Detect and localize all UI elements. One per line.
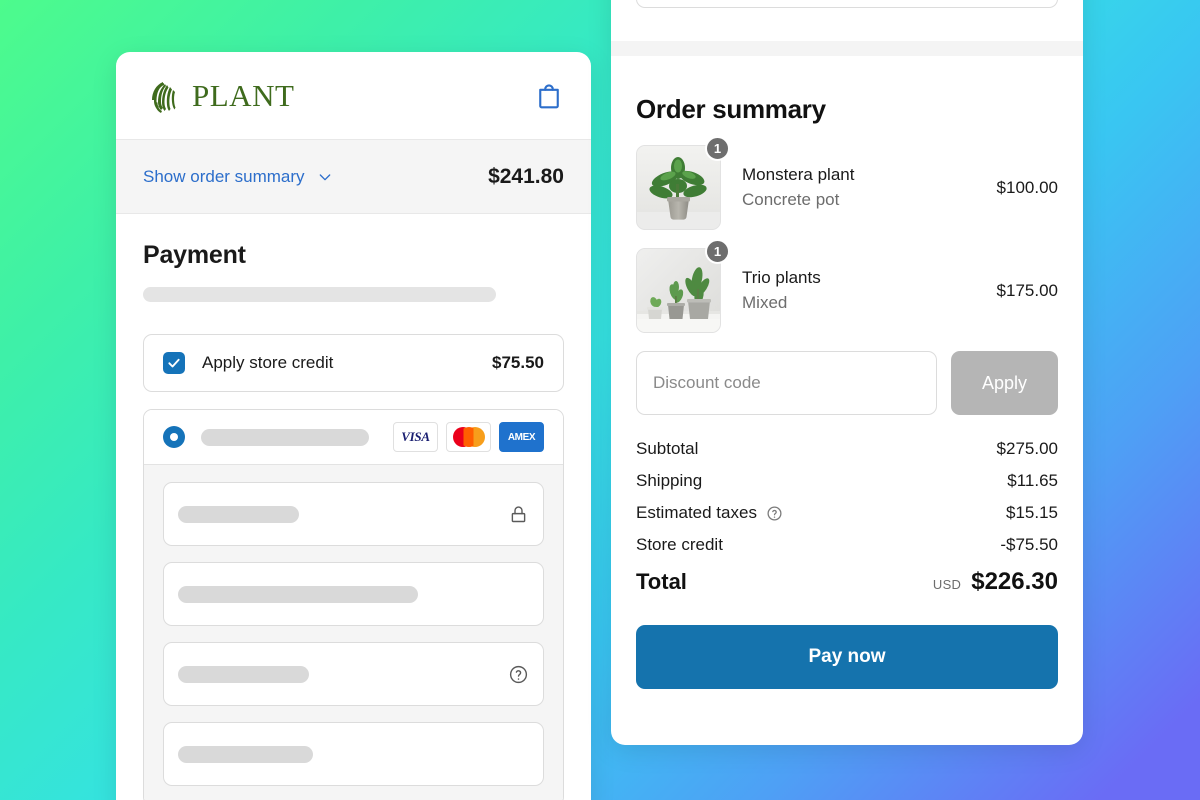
payment-section: Payment Apply store credit $75.50 VISA A… [116, 214, 591, 800]
payment-method-block: VISA AMEX [143, 409, 564, 800]
accepted-card-brands: VISA AMEX [393, 422, 544, 452]
card-name-placeholder [178, 585, 418, 603]
line-items-list: 1 Monstera plant Concrete pot $100.00 1 … [636, 136, 1058, 333]
total-line-estimated-taxes: Estimated taxes $15.15 [636, 503, 1058, 523]
brand-header: PLANT [116, 52, 591, 140]
grand-total-amount: $226.30 [971, 568, 1058, 595]
subtotal-label: Subtotal [636, 439, 699, 458]
shopping-bag-icon[interactable] [534, 81, 564, 111]
store-credit-total-value: -$75.50 [1000, 535, 1058, 554]
product-thumbnail-wrap: 1 [636, 136, 730, 230]
card-billing-placeholder [178, 745, 313, 763]
line-item-text: Trio plants Mixed [742, 266, 976, 315]
monstera-plant-illustration [637, 146, 720, 229]
line-item-price: $100.00 [996, 177, 1058, 197]
estimated-taxes-label: Estimated taxes [636, 503, 757, 522]
checkmark-icon [168, 358, 180, 368]
line-item-variant: Mixed [742, 292, 788, 312]
card-number-field[interactable] [163, 482, 544, 546]
shipping-value: $11.65 [1007, 471, 1058, 490]
order-summary-total: $241.80 [488, 164, 564, 188]
card-billing-field[interactable] [163, 722, 544, 786]
chevron-down-icon [319, 173, 330, 180]
payment-subtext-placeholder [143, 287, 496, 302]
line-item-name: Monstera plant [742, 164, 855, 184]
visa-logo: VISA [393, 422, 438, 452]
amex-logo: AMEX [499, 422, 544, 452]
card-security-code-placeholder [178, 665, 309, 683]
card-number-placeholder [178, 505, 299, 523]
quantity-badge: 1 [705, 136, 730, 161]
payment-heading: Payment [143, 241, 246, 269]
order-summary-heading: Order summary [636, 94, 826, 124]
credit-card-radio[interactable] [163, 426, 185, 448]
show-order-summary-label: Show order summary [143, 166, 305, 186]
apply-discount-button[interactable]: Apply [951, 351, 1058, 415]
credit-card-option-row[interactable]: VISA AMEX [144, 410, 563, 465]
total-line-store-credit: Store credit -$75.50 [636, 535, 1058, 555]
lock-icon [511, 505, 526, 522]
quantity-badge: 1 [705, 239, 730, 264]
card-security-code-field[interactable] [163, 642, 544, 706]
total-line-shipping: Shipping $11.65 [636, 471, 1058, 491]
grand-total-currency: USD [932, 577, 962, 592]
show-order-summary-toggle[interactable]: Show order summary [143, 167, 333, 187]
visa-logo-text: VISA [401, 429, 430, 444]
store-credit-amount: $75.50 [492, 353, 544, 372]
order-summary-panel: Order summary 1 Monstera plant Concrete … [611, 0, 1083, 745]
discount-code-row: Apply [636, 351, 1058, 415]
brand-logo[interactable]: PLANT [143, 76, 294, 116]
monstera-leaf-icon [152, 81, 176, 113]
store-credit-row[interactable]: Apply store credit $75.50 [143, 334, 564, 392]
store-credit-label: Apply store credit [202, 353, 334, 372]
card-fields-group [144, 465, 563, 800]
discount-code-input[interactable] [636, 351, 937, 415]
product-thumbnail-wrap: 1 [636, 239, 730, 333]
help-circle-icon[interactable] [766, 505, 783, 522]
list-item: 1 Monstera plant Concrete pot $100.00 [636, 136, 1058, 230]
partial-field-above [636, 0, 1058, 8]
list-item: 1 Trio plants Mixed $175.00 [636, 239, 1058, 333]
credit-card-label-placeholder [201, 428, 369, 446]
estimated-taxes-value: $15.15 [1006, 503, 1058, 522]
line-item-price: $175.00 [996, 280, 1058, 300]
subtotal-value: $275.00 [996, 439, 1058, 458]
help-circle-icon[interactable] [508, 664, 529, 685]
line-item-name: Trio plants [742, 267, 821, 287]
card-name-field[interactable] [163, 562, 544, 626]
brand-name: PLANT [192, 77, 295, 113]
store-credit-checkbox[interactable] [163, 352, 185, 374]
totals-list: Subtotal $275.00 Shipping $11.65 Estimat… [636, 439, 1058, 596]
order-summary-content: Order summary 1 Monstera plant Concrete … [611, 56, 1083, 689]
store-credit-total-label: Store credit [636, 535, 723, 554]
grand-total-label: Total [636, 569, 687, 594]
mastercard-logo [446, 422, 491, 452]
pay-now-button[interactable]: Pay now [636, 625, 1058, 689]
shipping-label: Shipping [636, 471, 703, 490]
amex-logo-text: AMEX [507, 431, 536, 443]
line-item-text: Monstera plant Concrete pot [742, 163, 976, 212]
grand-total-row: Total USD $226.30 [636, 568, 1058, 596]
panel-section-divider [611, 41, 1083, 56]
checkout-card: PLANT Show order summary $241.80 Payment… [116, 52, 591, 800]
line-item-variant: Concrete pot [742, 189, 840, 209]
order-summary-toggle-bar: Show order summary $241.80 [116, 140, 591, 214]
trio-plants-illustration [637, 249, 720, 332]
total-line-subtotal: Subtotal $275.00 [636, 439, 1058, 459]
